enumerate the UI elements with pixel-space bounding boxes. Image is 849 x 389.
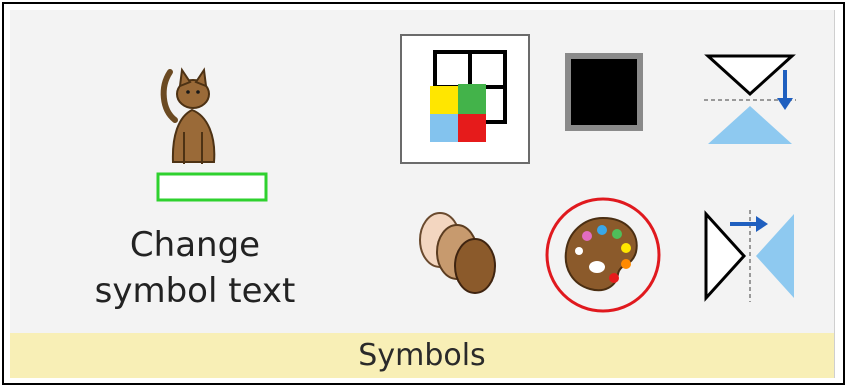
color-palette-button[interactable]: [542, 194, 664, 316]
group-label: Symbols: [358, 338, 486, 373]
color-grid-icon: [430, 50, 507, 142]
black-square-icon: [565, 53, 643, 131]
palette-icon: [545, 197, 661, 313]
symbols-ribbon-group: Change symbol text Symbols: [10, 10, 835, 378]
group-label-bar: Symbols: [10, 333, 834, 378]
flip-vertical-button[interactable]: [700, 50, 800, 150]
flip-horizontal-button[interactable]: [700, 206, 800, 306]
flip-vertical-icon: [704, 54, 796, 144]
change-label-line2: symbol text: [94, 271, 296, 311]
change-symbol-text-label: Change symbol text: [80, 222, 310, 314]
ribbon-frame: Change symbol text Symbols: [2, 2, 845, 385]
change-label-line1: Change: [129, 225, 261, 265]
cat-symbol-icon: [156, 67, 268, 202]
skin-tone-icon: [419, 212, 496, 294]
border-color-button[interactable]: [562, 50, 646, 134]
change-symbol-text-button[interactable]: Change symbol text: [80, 32, 310, 322]
flip-horizontal-icon: [704, 210, 794, 302]
grid-color-button[interactable]: [400, 34, 530, 164]
skin-tone-button[interactable]: [405, 200, 515, 310]
